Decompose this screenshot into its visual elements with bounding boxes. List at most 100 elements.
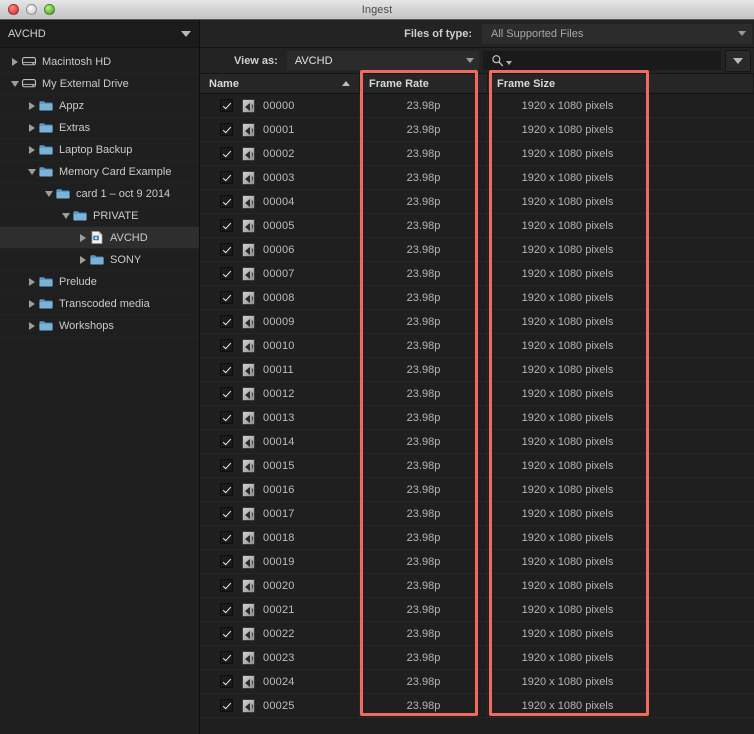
table-row[interactable]: 00008 23.98p 1920 x 1080 pixels bbox=[200, 286, 754, 310]
row-checkbox[interactable] bbox=[220, 147, 233, 160]
sidebar-item-appz[interactable]: Appz bbox=[0, 95, 199, 117]
table-row[interactable]: 00001 23.98p 1920 x 1080 pixels bbox=[200, 118, 754, 142]
sidebar-item-private[interactable]: PRIVATE bbox=[0, 205, 199, 227]
row-checkbox[interactable] bbox=[220, 507, 233, 520]
row-checkbox[interactable] bbox=[220, 483, 233, 496]
row-checkbox[interactable] bbox=[220, 603, 233, 616]
view-as-dropdown[interactable]: AVCHD bbox=[286, 51, 479, 70]
sidebar-item-workshops[interactable]: Workshops bbox=[0, 315, 199, 337]
triangle-right-icon[interactable] bbox=[25, 321, 39, 330]
sidebar-item-extras[interactable]: Extras bbox=[0, 117, 199, 139]
row-checkbox[interactable] bbox=[220, 99, 233, 112]
triangle-right-icon[interactable] bbox=[25, 145, 39, 154]
minimize-button-icon[interactable] bbox=[26, 4, 37, 15]
files-of-type-dropdown[interactable]: All Supported Files bbox=[482, 23, 752, 44]
sidebar-item-prelude[interactable]: Prelude bbox=[0, 271, 199, 293]
table-row[interactable]: 00007 23.98p 1920 x 1080 pixels bbox=[200, 262, 754, 286]
cell-filler bbox=[648, 598, 754, 621]
sidebar-item-laptop-backup[interactable]: Laptop Backup bbox=[0, 139, 199, 161]
row-checkbox[interactable] bbox=[220, 531, 233, 544]
sidebar-item-my-external-drive[interactable]: My External Drive bbox=[0, 73, 199, 95]
row-checkbox[interactable] bbox=[220, 123, 233, 136]
panel-menu-button[interactable] bbox=[725, 49, 751, 72]
file-name: 00023 bbox=[263, 651, 295, 664]
sidebar-item-transcoded-media[interactable]: Transcoded media bbox=[0, 293, 199, 315]
table-row[interactable]: 00006 23.98p 1920 x 1080 pixels bbox=[200, 238, 754, 262]
row-checkbox[interactable] bbox=[220, 411, 233, 424]
folder-tree-sidebar[interactable]: Macintosh HD My External Drive Appz Extras L… bbox=[0, 48, 200, 734]
sidebar-item-sony[interactable]: SONY bbox=[0, 249, 199, 271]
triangle-right-icon[interactable] bbox=[25, 277, 39, 286]
table-row[interactable]: 00004 23.98p 1920 x 1080 pixels bbox=[200, 190, 754, 214]
close-button-icon[interactable] bbox=[8, 4, 19, 15]
triangle-down-icon[interactable] bbox=[42, 190, 56, 197]
table-row[interactable]: 00024 23.98p 1920 x 1080 pixels bbox=[200, 670, 754, 694]
triangle-right-icon[interactable] bbox=[25, 299, 39, 308]
row-checkbox[interactable] bbox=[220, 627, 233, 640]
triangle-down-icon[interactable] bbox=[25, 168, 39, 175]
table-row[interactable]: 00020 23.98p 1920 x 1080 pixels bbox=[200, 574, 754, 598]
table-row[interactable]: 00016 23.98p 1920 x 1080 pixels bbox=[200, 478, 754, 502]
triangle-right-icon[interactable] bbox=[76, 233, 90, 242]
table-row[interactable]: 00009 23.98p 1920 x 1080 pixels bbox=[200, 310, 754, 334]
column-header-name[interactable]: Name bbox=[200, 74, 360, 93]
table-row[interactable]: 00015 23.98p 1920 x 1080 pixels bbox=[200, 454, 754, 478]
table-row[interactable]: 00010 23.98p 1920 x 1080 pixels bbox=[200, 334, 754, 358]
triangle-down-icon[interactable] bbox=[59, 212, 73, 219]
row-checkbox[interactable] bbox=[220, 651, 233, 664]
row-checkbox[interactable] bbox=[220, 675, 233, 688]
table-row[interactable]: 00021 23.98p 1920 x 1080 pixels bbox=[200, 598, 754, 622]
triangle-right-icon[interactable] bbox=[8, 57, 22, 66]
cell-frame-rate: 23.98p bbox=[360, 526, 488, 549]
row-checkbox[interactable] bbox=[220, 363, 233, 376]
row-checkbox[interactable] bbox=[220, 171, 233, 184]
triangle-right-icon[interactable] bbox=[25, 101, 39, 110]
table-row[interactable]: 00022 23.98p 1920 x 1080 pixels bbox=[200, 622, 754, 646]
row-checkbox[interactable] bbox=[220, 195, 233, 208]
row-checkbox[interactable] bbox=[220, 267, 233, 280]
search-input[interactable] bbox=[482, 51, 721, 70]
row-checkbox[interactable] bbox=[220, 291, 233, 304]
maximize-button-icon[interactable] bbox=[44, 4, 55, 15]
cell-filler bbox=[648, 382, 754, 405]
file-name: 00022 bbox=[263, 627, 295, 640]
table-row[interactable]: 00017 23.98p 1920 x 1080 pixels bbox=[200, 502, 754, 526]
top-toolbar: AVCHD Files of type: All Supported Files bbox=[0, 20, 754, 48]
table-row[interactable]: 00002 23.98p 1920 x 1080 pixels bbox=[200, 142, 754, 166]
table-row[interactable]: 00014 23.98p 1920 x 1080 pixels bbox=[200, 430, 754, 454]
preset-dropdown[interactable]: AVCHD bbox=[0, 20, 200, 47]
table-row[interactable]: 00012 23.98p 1920 x 1080 pixels bbox=[200, 382, 754, 406]
table-row[interactable]: 00003 23.98p 1920 x 1080 pixels bbox=[200, 166, 754, 190]
file-list[interactable]: 00000 23.98p 1920 x 1080 pixels 00001 23.98p… bbox=[200, 94, 754, 734]
table-row[interactable]: 00023 23.98p 1920 x 1080 pixels bbox=[200, 646, 754, 670]
row-checkbox[interactable] bbox=[220, 435, 233, 448]
row-checkbox[interactable] bbox=[220, 699, 233, 712]
table-row[interactable]: 00025 23.98p 1920 x 1080 pixels bbox=[200, 694, 754, 718]
column-header-frame-size[interactable]: Frame Size bbox=[488, 74, 648, 93]
sidebar-item-memory-card-example[interactable]: Memory Card Example bbox=[0, 161, 199, 183]
indent-spacer bbox=[0, 215, 59, 216]
row-checkbox[interactable] bbox=[220, 315, 233, 328]
sidebar-item-card-1-oct-9-2014[interactable]: card 1 – oct 9 2014 bbox=[0, 183, 199, 205]
row-checkbox[interactable] bbox=[220, 459, 233, 472]
row-checkbox[interactable] bbox=[220, 555, 233, 568]
triangle-down-icon[interactable] bbox=[8, 80, 22, 87]
table-row[interactable]: 00000 23.98p 1920 x 1080 pixels bbox=[200, 94, 754, 118]
triangle-right-icon[interactable] bbox=[25, 123, 39, 132]
sidebar-item-macintosh-hd[interactable]: Macintosh HD bbox=[0, 51, 199, 73]
table-row[interactable]: 00005 23.98p 1920 x 1080 pixels bbox=[200, 214, 754, 238]
row-checkbox[interactable] bbox=[220, 387, 233, 400]
table-row[interactable]: 00019 23.98p 1920 x 1080 pixels bbox=[200, 550, 754, 574]
cell-frame-size: 1920 x 1080 pixels bbox=[488, 694, 648, 717]
table-row[interactable]: 00018 23.98p 1920 x 1080 pixels bbox=[200, 526, 754, 550]
table-row[interactable]: 00011 23.98p 1920 x 1080 pixels bbox=[200, 358, 754, 382]
triangle-right-icon[interactable] bbox=[76, 255, 90, 264]
table-row[interactable]: 00013 23.98p 1920 x 1080 pixels bbox=[200, 406, 754, 430]
row-checkbox[interactable] bbox=[220, 339, 233, 352]
row-checkbox[interactable] bbox=[220, 579, 233, 592]
sidebar-item-avchd[interactable]: AVCHD bbox=[0, 227, 199, 249]
column-header-frame-rate[interactable]: Frame Rate bbox=[360, 74, 488, 93]
row-checkbox[interactable] bbox=[220, 243, 233, 256]
row-checkbox[interactable] bbox=[220, 219, 233, 232]
column-headers: Name Frame Rate Frame Size bbox=[200, 74, 754, 94]
